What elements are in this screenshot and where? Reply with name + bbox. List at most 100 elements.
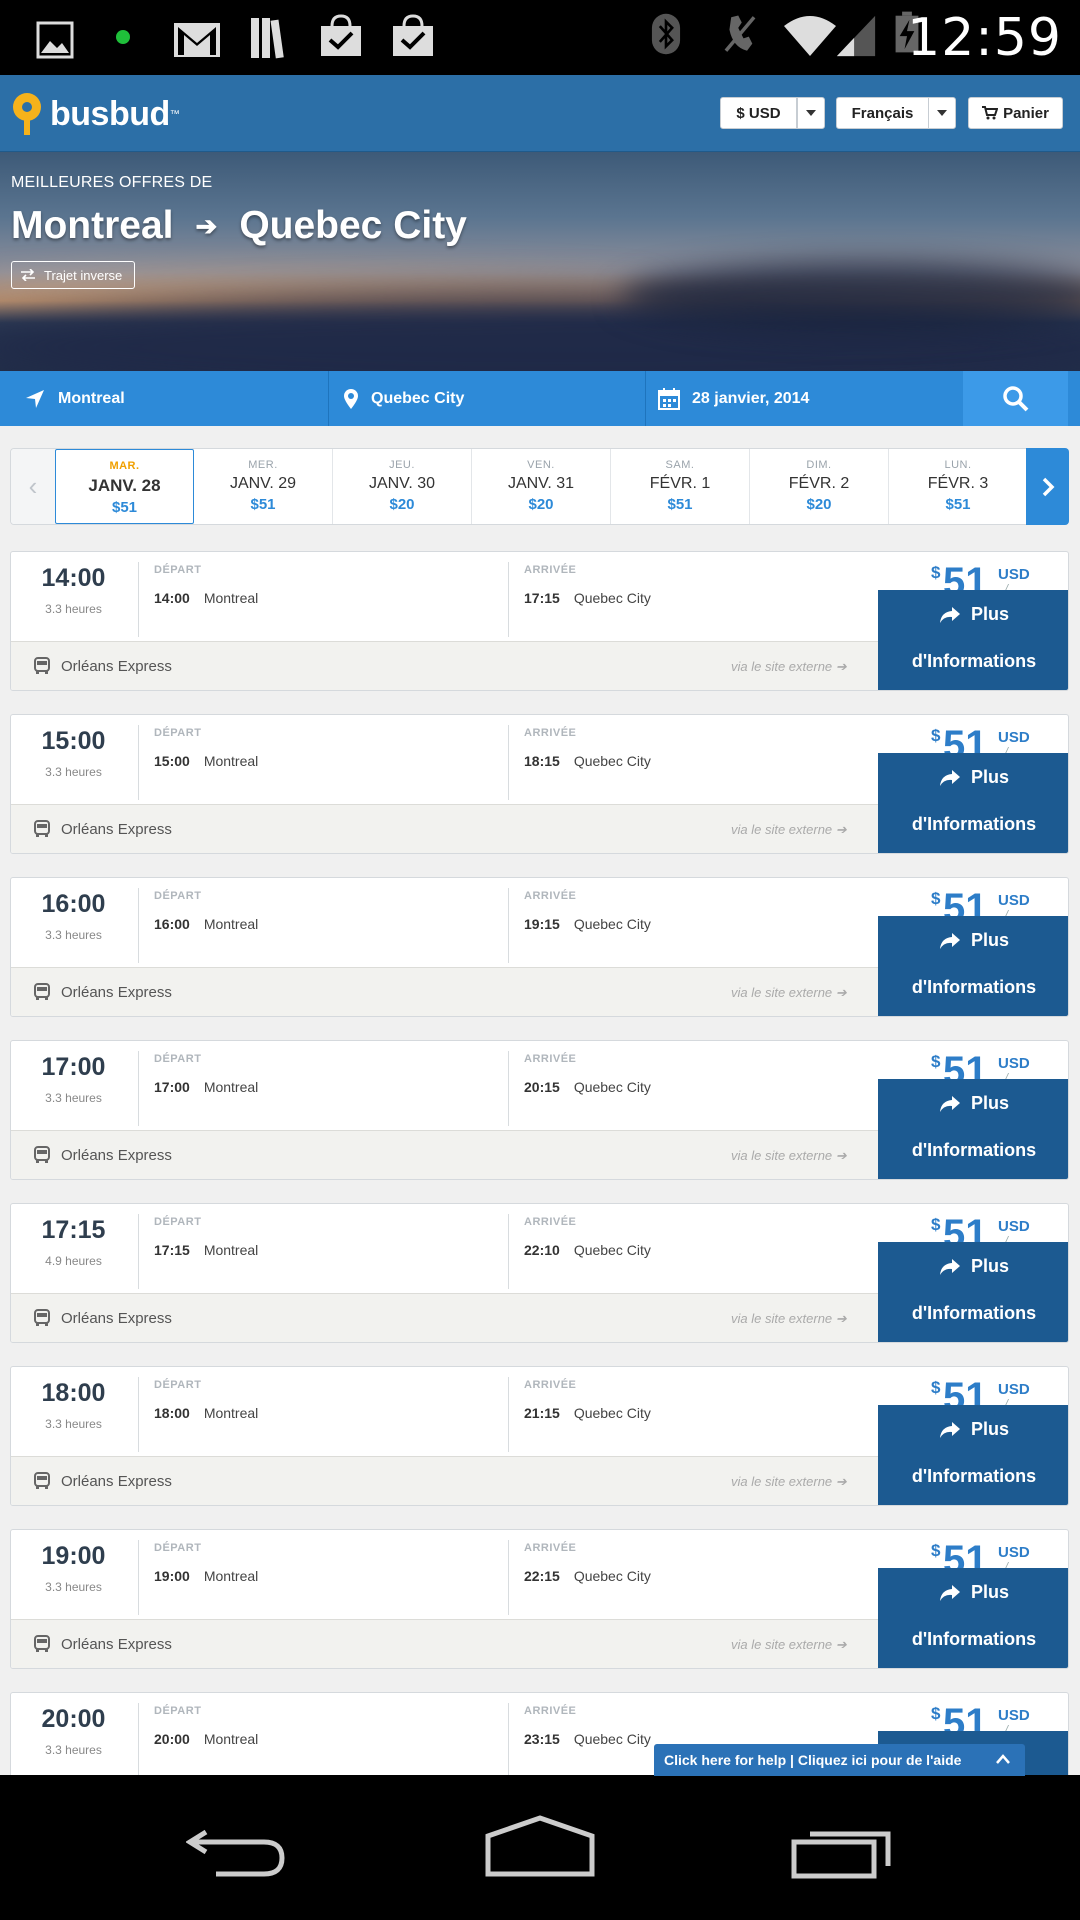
back-icon[interactable] — [186, 1820, 290, 1880]
library-icon — [251, 18, 284, 59]
date-weekday: MAR. — [109, 460, 140, 472]
date-option[interactable]: VEN. JANV. 31 $20 — [472, 449, 611, 524]
more-info-button[interactable]: Plus d'Informations — [878, 1405, 1068, 1505]
origin-value: Montreal — [58, 389, 125, 407]
external-site-link[interactable]: via le site externe ➔ — [731, 985, 847, 1001]
more-info-label-1: Plus — [970, 930, 1009, 950]
status-time: 12:59 — [907, 8, 1062, 68]
date-field[interactable]: 28 janvier, 2014 — [646, 371, 963, 426]
trip-card[interactable]: 17:00 3.3 heures DÉPART 17:00 Montreal ARRIVÉ… — [10, 1040, 1069, 1180]
trip-card[interactable]: 17:15 4.9 heures DÉPART 17:15 Montreal ARRIVÉ… — [10, 1203, 1069, 1343]
chevron-left-icon: ‹ — [28, 471, 38, 501]
trip-time: 14:00 — [41, 564, 106, 592]
arrival-time: 22:10 — [524, 1242, 560, 1258]
trip-card[interactable]: 16:00 3.3 heures DÉPART 16:00 Montreal ARRIVÉ… — [10, 877, 1069, 1017]
departure-label: DÉPART — [154, 564, 202, 576]
busbud-pin-icon — [13, 93, 41, 135]
external-site-link[interactable]: via le site externe ➔ — [731, 1474, 847, 1490]
more-info-button[interactable]: Plus d'Informations — [878, 1568, 1068, 1668]
currency-dropdown-toggle[interactable] — [797, 97, 825, 129]
destination-field[interactable]: Quebec City — [329, 371, 646, 426]
external-site-link[interactable]: via le site externe ➔ — [731, 1311, 847, 1327]
more-info-button[interactable]: Plus d'Informations — [878, 916, 1068, 1016]
date-option[interactable]: DIM. FÉVR. 2 $20 — [750, 449, 889, 524]
external-site-link[interactable]: via le site externe ➔ — [731, 659, 847, 675]
search-button[interactable] — [963, 371, 1068, 426]
divider — [508, 1703, 509, 1775]
help-chat-bar[interactable]: Click here for help | Cliquez ici pour d… — [654, 1744, 1025, 1776]
trip-card[interactable]: 15:00 3.3 heures DÉPART 15:00 Montreal ARRIVÉ… — [10, 714, 1069, 854]
date-option[interactable]: MER. JANV. 29 $51 — [194, 449, 333, 524]
price-currency-code: USD — [998, 566, 1030, 583]
chevron-right-icon — [1042, 477, 1054, 496]
next-dates-button[interactable] — [1026, 448, 1069, 525]
arrival-city: Quebec City — [573, 1242, 651, 1258]
departure-time: 20:00 — [154, 1731, 190, 1747]
trip-duration: 3.3 heures — [45, 1580, 102, 1594]
date-option[interactable]: SAM. FÉVR. 1 $51 — [611, 449, 750, 524]
divider — [138, 1540, 139, 1615]
external-site-link[interactable]: via le site externe ➔ — [731, 822, 847, 838]
date-selector: ‹ MAR. JANV. 28 $51 MER. JANV. 29 $51 JEU. JANV… — [10, 448, 1069, 525]
divider — [508, 562, 509, 637]
trip-card[interactable]: 14:00 3.3 heures DÉPART 14:00 Montreal ARRIVÉ… — [10, 551, 1069, 691]
operator: Orléans Express — [33, 820, 172, 838]
arrival-info: 22:15 Quebec City — [524, 1568, 651, 1584]
language-button[interactable]: Français — [836, 97, 929, 129]
language-dropdown-toggle[interactable] — [928, 97, 956, 129]
external-site-link[interactable]: via le site externe ➔ — [731, 1637, 847, 1653]
more-info-label-1: Plus — [970, 1256, 1009, 1276]
previous-dates-button[interactable]: ‹ — [11, 449, 55, 524]
external-site-link[interactable]: via le site externe ➔ — [731, 1148, 847, 1164]
trip-time: 18:00 — [41, 1379, 106, 1407]
home-icon[interactable] — [484, 1814, 596, 1878]
map-pin-icon — [344, 388, 358, 409]
date-label: FÉVR. 1 — [649, 475, 711, 492]
date-option[interactable]: MAR. JANV. 28 $51 — [55, 449, 194, 524]
origin-field[interactable]: Montreal — [12, 371, 329, 426]
share-arrow-icon — [939, 769, 960, 786]
bus-icon — [34, 1309, 50, 1326]
date-price: $20 — [389, 496, 415, 513]
arrival-time: 18:15 — [524, 753, 560, 769]
search-icon — [1002, 385, 1028, 411]
chevron-down-icon — [937, 110, 947, 116]
more-info-button[interactable]: Plus d'Informations — [878, 753, 1068, 853]
reverse-trip-button[interactable]: Trajet inverse — [11, 261, 136, 289]
price-currency-code: USD — [998, 1218, 1030, 1235]
more-info-button[interactable]: Plus d'Informations — [878, 1242, 1068, 1342]
operator-name: Orléans Express — [61, 983, 172, 1001]
more-info-label-2: d'Informations — [911, 1303, 1037, 1323]
arrival-time: 21:15 — [524, 1405, 560, 1421]
more-info-line1: Plus — [878, 767, 1068, 788]
arrival-city: Quebec City — [573, 916, 651, 932]
date-option[interactable]: JEU. JANV. 30 $20 — [333, 449, 472, 524]
more-info-label-1: Plus — [970, 1582, 1009, 1602]
arrival-info: 20:15 Quebec City — [524, 1079, 651, 1095]
date-option[interactable]: LUN. FÉVR. 3 $51 — [889, 449, 1028, 524]
recent-apps-icon[interactable] — [790, 1820, 894, 1880]
trip-time: 17:15 — [41, 1216, 106, 1244]
divider — [508, 1377, 509, 1452]
hero-subtitle: MEILLEURES OFFRES DE — [11, 174, 213, 191]
trip-duration: 4.9 heures — [45, 1254, 102, 1268]
divider — [138, 1377, 139, 1452]
trip-card[interactable]: 18:00 3.3 heures DÉPART 18:00 Montreal ARRIVÉ… — [10, 1366, 1069, 1506]
date-label: JANV. 28 — [88, 476, 161, 495]
operator-name: Orléans Express — [61, 1472, 172, 1490]
currency-button[interactable]: $ USD — [720, 97, 797, 129]
price-currency-code: USD — [998, 892, 1030, 909]
trip-card[interactable]: 19:00 3.3 heures DÉPART 19:00 Montreal ARRIVÉ… — [10, 1529, 1069, 1669]
gallery-icon — [36, 21, 74, 59]
date-price: $51 — [250, 496, 276, 513]
departure-city: Montreal — [203, 1242, 259, 1258]
price-currency-code: USD — [998, 729, 1030, 746]
cart-button[interactable]: Panier — [968, 97, 1063, 129]
busbud-logo[interactable]: busbud ™ — [10, 91, 180, 137]
more-info-label-1: Plus — [970, 1093, 1009, 1113]
more-info-button[interactable]: Plus d'Informations — [878, 1079, 1068, 1179]
date-weekday: DIM. — [806, 459, 832, 471]
operator: Orléans Express — [33, 983, 172, 1001]
operator: Orléans Express — [33, 1472, 172, 1490]
more-info-button[interactable]: Plus d'Informations — [878, 590, 1068, 690]
